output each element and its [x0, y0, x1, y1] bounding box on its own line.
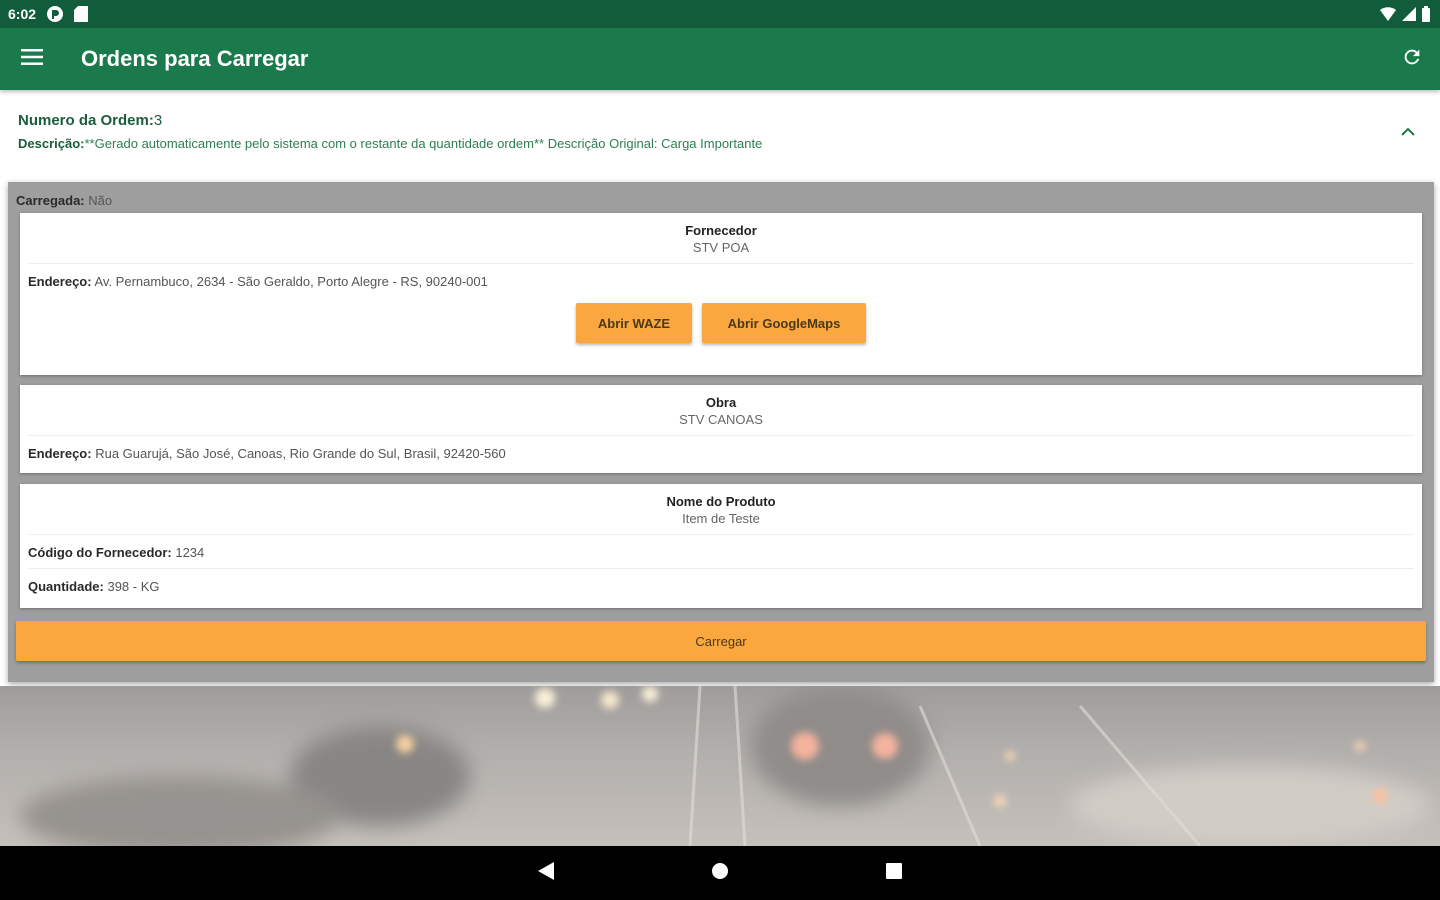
order-header[interactable]: Numero da Ordem:3 Descrição:**Gerado aut… — [0, 90, 1440, 182]
wifi-icon — [1380, 7, 1396, 21]
site-address-value: Rua Guarujá, São José, Canoas, Rio Grand… — [95, 446, 506, 461]
supplier-address-label: Endereço: — [28, 274, 92, 289]
supplier-code-value: 1234 — [175, 545, 205, 560]
chevron-up-icon — [1401, 123, 1415, 141]
order-detail-panel: Carregada: Não Fornecedor STV POA Endere… — [8, 182, 1434, 682]
supplier-address-value: Av. Pernambuco, 2634 - São Geraldo, Port… — [94, 274, 488, 289]
app-bar: Ordens para Carregar — [0, 28, 1440, 90]
status-time: 6:02 — [8, 6, 37, 22]
order-description-label: Descrição: — [18, 136, 85, 151]
supplier-title: Fornecedor — [685, 223, 757, 238]
loaded-value: Não — [88, 193, 113, 208]
site-address: Endereço: Rua Guarujá, São José, Canoas,… — [20, 436, 1422, 461]
hamburger-menu-icon — [21, 48, 43, 70]
order-number-value: 3 — [153, 112, 163, 129]
site-address-label: Endereço: — [28, 446, 92, 461]
order-number: Numero da Ordem:3 — [18, 112, 1422, 129]
home-circle-icon — [711, 862, 729, 885]
order-description: Descrição:**Gerado automaticamente pelo … — [18, 136, 1422, 151]
site-title: Obra — [705, 395, 737, 410]
back-button[interactable] — [534, 861, 558, 885]
loaded-label: Carregada: — [16, 193, 85, 208]
supplier-value: STV POA — [692, 240, 750, 255]
battery-icon — [1422, 6, 1430, 22]
order-number-label: Numero da Ordem: — [18, 112, 154, 129]
product-title: Nome do Produto — [666, 494, 776, 509]
menu-button[interactable] — [0, 28, 64, 90]
recents-button[interactable] — [882, 861, 906, 885]
sd-card-icon — [74, 6, 89, 22]
open-google-maps-button[interactable]: Abrir GoogleMaps — [702, 303, 866, 343]
app-notification-icon — [46, 5, 64, 23]
signal-icon — [1402, 7, 1416, 21]
site-card: Obra STV CANOAS Endereço: Rua Guarujá, S… — [20, 385, 1422, 473]
quantity-value: 398 - KG — [107, 579, 160, 594]
site-value: STV CANOAS — [679, 412, 763, 427]
background-image — [0, 686, 1440, 846]
page-title: Ordens para Carregar — [81, 46, 309, 71]
quantity-label: Quantidade: — [28, 579, 104, 594]
refresh-button[interactable] — [1384, 28, 1440, 90]
load-button[interactable]: Carregar — [16, 621, 1426, 661]
quantity: Quantidade: 398 - KG — [20, 569, 1422, 594]
order-description-value: **Gerado automaticamente pelo sistema co… — [84, 136, 763, 151]
supplier-card: Fornecedor STV POA Endereço: Av. Pernamb… — [20, 213, 1422, 375]
supplier-address: Endereço: Av. Pernambuco, 2634 - São Ger… — [20, 264, 1422, 289]
product-card: Nome do Produto Item de Teste Código do … — [20, 484, 1422, 608]
status-bar: 6:02 — [0, 0, 1440, 28]
background-overlay — [0, 686, 1440, 846]
navigation-bar — [0, 846, 1440, 900]
recents-square-icon — [885, 862, 903, 885]
home-button[interactable] — [708, 861, 732, 885]
back-triangle-icon — [537, 861, 555, 886]
supplier-code: Código do Fornecedor: 1234 — [20, 535, 1422, 560]
open-waze-button[interactable]: Abrir WAZE — [576, 303, 692, 343]
supplier-code-label: Código do Fornecedor: — [28, 545, 172, 560]
collapse-button[interactable] — [1398, 124, 1418, 140]
product-value: Item de Teste — [682, 511, 760, 526]
refresh-icon — [1401, 46, 1423, 73]
loaded-status: Carregada: Não — [16, 193, 112, 208]
